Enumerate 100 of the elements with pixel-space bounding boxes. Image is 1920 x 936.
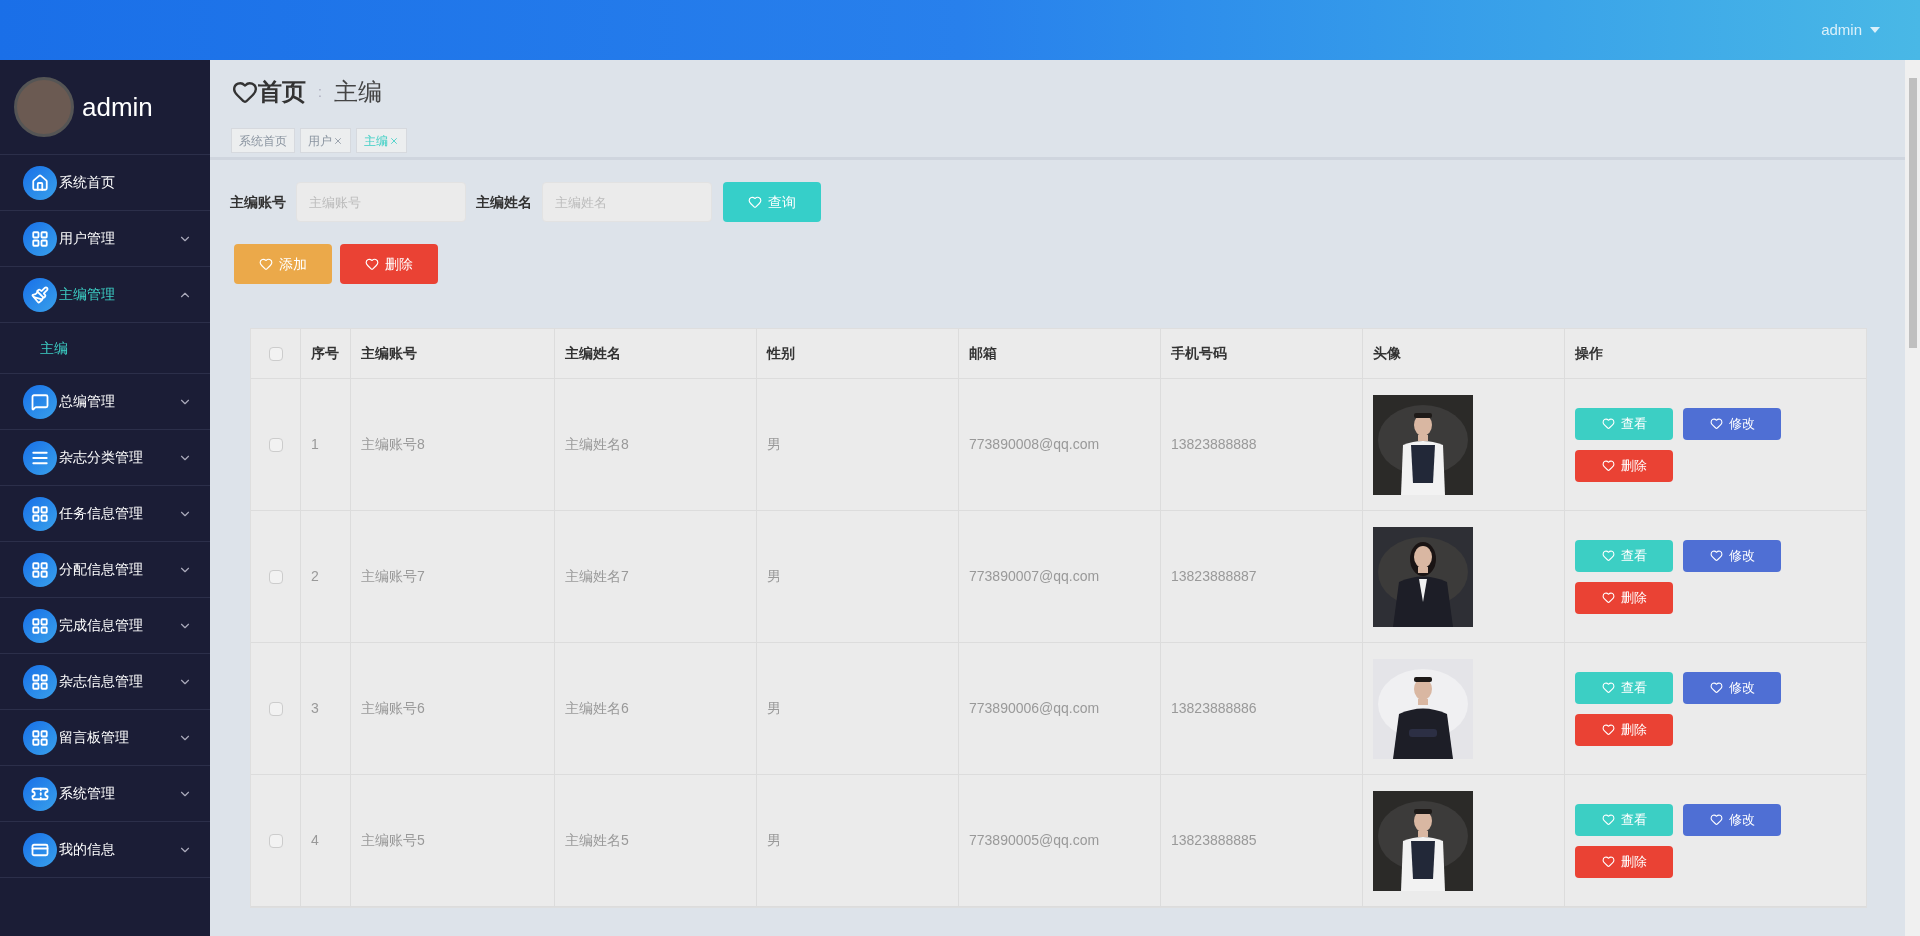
column-header: 邮箱: [969, 344, 997, 363]
menu-label: 杂志信息管理: [59, 672, 144, 691]
heart-icon: [1601, 723, 1615, 736]
menu-label: 完成信息管理: [59, 616, 144, 635]
table-cell-text: 主编账号6: [361, 699, 425, 718]
table-cell-text: 主编账号5: [361, 831, 425, 850]
breadcrumb-current: 主编: [333, 77, 382, 107]
grid-icon: [23, 720, 57, 755]
table-cell-text: 773890008@qq.com: [969, 435, 1100, 454]
edit-button[interactable]: 修改: [1683, 407, 1781, 440]
column-header: 手机号码: [1171, 344, 1227, 363]
checkbox[interactable]: [268, 833, 283, 848]
menu-label: 任务信息管理: [59, 504, 144, 523]
menu-label: 系统管理: [59, 784, 116, 803]
heart-icon: [1709, 417, 1723, 430]
chat-icon: [23, 384, 57, 419]
checkbox[interactable]: [268, 346, 283, 361]
menu-label: 杂志分类管理: [59, 448, 144, 467]
grid-icon: [23, 552, 57, 587]
menu-label: 用户管理: [59, 229, 116, 248]
menu-item[interactable]: 任务信息管理: [0, 486, 210, 542]
checkbox[interactable]: [268, 701, 283, 716]
column-header: 操作: [1575, 344, 1603, 363]
menu-item[interactable]: 分配信息管理: [0, 542, 210, 598]
heart-icon: [1709, 681, 1723, 694]
menu-item[interactable]: 系统首页: [0, 155, 210, 211]
menu-item[interactable]: 杂志信息管理: [0, 654, 210, 710]
checkbox[interactable]: [268, 569, 283, 584]
table-cell-text: 男: [767, 699, 781, 718]
heart-icon: [1709, 549, 1723, 562]
grid-icon: [23, 664, 57, 699]
table-cell-text: 1: [311, 435, 319, 454]
edit-button[interactable]: 修改: [1683, 539, 1781, 572]
field-label: 主编账号: [230, 192, 286, 212]
heart-icon: [1601, 417, 1615, 430]
delete-button[interactable]: 删除: [1575, 449, 1673, 482]
menu-item[interactable]: 总编管理: [0, 374, 210, 430]
heart-icon: [748, 195, 762, 209]
breadcrumb-separator: :: [318, 82, 322, 102]
table-cell-text: 主编姓名7: [565, 567, 629, 586]
delete-button[interactable]: 删除: [340, 244, 438, 284]
checkbox[interactable]: [268, 437, 283, 452]
heart-icon: [259, 257, 273, 271]
table-cell-text: 主编姓名6: [565, 699, 629, 718]
column-header: 头像: [1373, 344, 1401, 363]
heart-icon: [1601, 855, 1615, 868]
table-cell-text: 13823888888: [1171, 435, 1257, 454]
table-cell-text: 男: [767, 435, 781, 454]
delete-button[interactable]: 删除: [1575, 713, 1673, 746]
table-cell-text: 主编账号7: [361, 567, 425, 586]
menu-item[interactable]: 杂志分类管理: [0, 430, 210, 486]
close-icon[interactable]: [389, 135, 399, 146]
home-icon: [23, 165, 57, 200]
menu-label: 我的信息: [59, 840, 116, 859]
column-header: 主编账号: [361, 344, 417, 363]
grid-icon: [23, 608, 57, 643]
heart-icon: [1601, 549, 1615, 562]
delete-button[interactable]: 删除: [1575, 581, 1673, 614]
close-icon[interactable]: [333, 135, 343, 146]
caret-icon: [1870, 27, 1880, 33]
heart-icon: [1601, 591, 1615, 604]
menu-label: 分配信息管理: [59, 560, 144, 579]
field-label: 主编姓名: [476, 192, 532, 212]
menu-item[interactable]: 完成信息管理: [0, 598, 210, 654]
user-name: admin: [82, 90, 153, 124]
table-cell-text: 13823888885: [1171, 831, 1257, 850]
submenu-item[interactable]: 主编: [0, 323, 210, 374]
heart-icon: [1709, 813, 1723, 826]
ticket-icon: [23, 776, 57, 811]
menu-label: 总编管理: [59, 392, 116, 411]
table-cell-text: 主编姓名8: [565, 435, 629, 454]
table-cell-text: 2: [311, 567, 319, 586]
menu-item[interactable]: 主编管理: [0, 267, 210, 323]
table-cell-text: 主编账号8: [361, 435, 425, 454]
table-cell-text: 主编姓名5: [565, 831, 629, 850]
brush-icon: [23, 277, 57, 312]
menu-label: 留言板管理: [59, 728, 130, 747]
edit-button[interactable]: 修改: [1683, 671, 1781, 704]
edit-button[interactable]: 修改: [1683, 803, 1781, 836]
table-cell-text: 13823888887: [1171, 567, 1257, 586]
grid-icon: [23, 221, 57, 256]
list-icon: [23, 440, 57, 475]
column-header: 序号: [311, 344, 339, 363]
menu-item[interactable]: 我的信息: [0, 822, 210, 878]
breadcrumb-home[interactable]: 首页: [258, 74, 306, 110]
menu-item[interactable]: 留言板管理: [0, 710, 210, 766]
table-cell-text: 773890006@qq.com: [969, 699, 1100, 718]
page-tab[interactable]: 系统首页: [231, 128, 295, 153]
table-cell-text: 773890005@qq.com: [969, 831, 1100, 850]
heart-icon: [1601, 459, 1615, 472]
menu-label: 主编管理: [59, 285, 116, 304]
heart-icon: [1601, 681, 1615, 694]
page-tab[interactable]: 用户: [300, 128, 351, 153]
table-cell-text: 3: [311, 699, 319, 718]
delete-button[interactable]: 删除: [1575, 845, 1673, 878]
menu-item[interactable]: 用户管理: [0, 211, 210, 267]
heart-icon: [365, 257, 379, 271]
menu-item[interactable]: 系统管理: [0, 766, 210, 822]
column-header: 性别: [767, 344, 795, 363]
card-icon: [23, 832, 57, 867]
